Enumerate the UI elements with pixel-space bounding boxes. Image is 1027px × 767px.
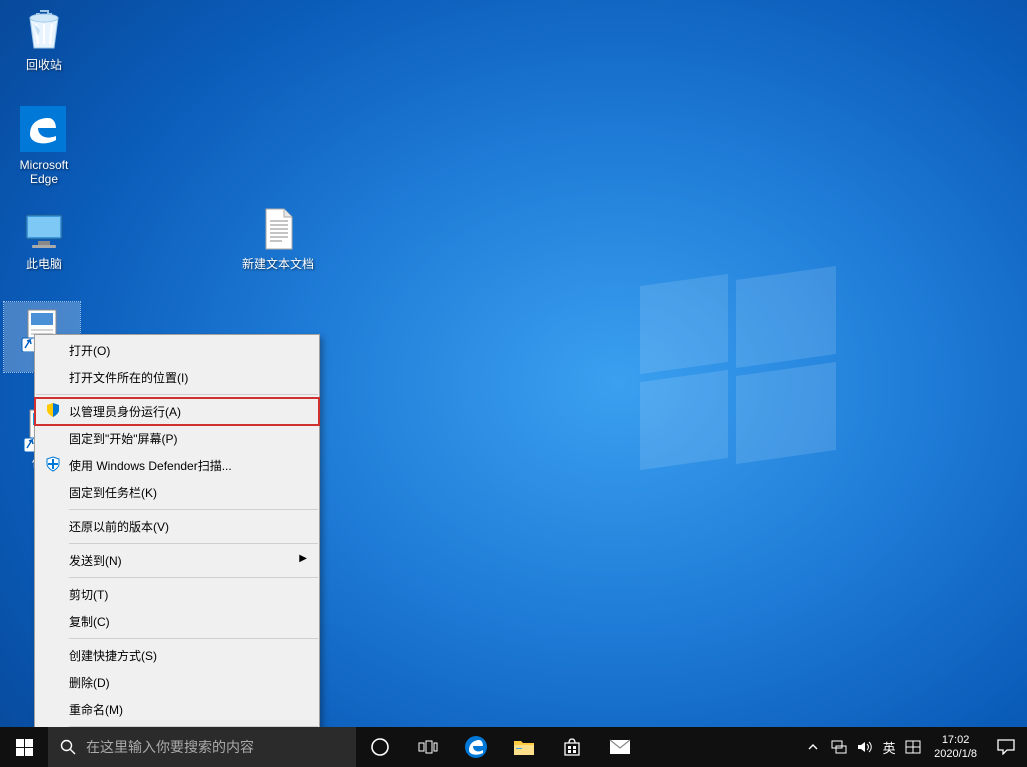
desktop-icon-label: 新建文本文档 <box>240 257 316 271</box>
taskbar-app-explorer[interactable] <box>500 727 548 767</box>
menu-separator <box>69 509 318 510</box>
speaker-icon <box>857 740 873 754</box>
taskbar-app-edge[interactable] <box>452 727 500 767</box>
tray-network[interactable] <box>826 727 852 767</box>
submenu-arrow-icon: ▶ <box>299 553 307 564</box>
task-view-button[interactable] <box>404 727 452 767</box>
menu-label: 剪切(T) <box>69 588 108 602</box>
desktop-icon-recycle-bin[interactable]: 回收站 <box>6 6 82 72</box>
windows-logo-icon <box>16 739 33 756</box>
cortana-button[interactable] <box>356 727 404 767</box>
task-view-icon <box>418 739 438 755</box>
text-file-icon <box>254 205 302 253</box>
search-placeholder: 在这里输入你要搜索的内容 <box>86 737 254 757</box>
menu-item-open[interactable]: 打开(O) <box>35 337 319 364</box>
menu-item-send-to[interactable]: 发送到(N) ▶ <box>35 547 319 574</box>
desktop-icon-edge[interactable]: Microsoft Edge <box>6 106 82 186</box>
menu-item-restore-versions[interactable]: 还原以前的版本(V) <box>35 513 319 540</box>
desktop-icon-text-document[interactable]: 新建文本文档 <box>240 205 316 271</box>
menu-label: 以管理员身份运行(A) <box>69 405 181 419</box>
menu-label: 删除(D) <box>69 676 110 690</box>
menu-label: 打开(O) <box>69 344 110 358</box>
menu-item-delete[interactable]: 删除(D) <box>35 669 319 696</box>
taskbar-app-store[interactable] <box>548 727 596 767</box>
context-menu: 打开(O) 打开文件所在的位置(I) 以管理员身份运行(A) 固定到"开始"屏幕… <box>34 334 320 760</box>
store-icon <box>562 737 582 757</box>
menu-label: 复制(C) <box>69 615 110 629</box>
taskbar: 在这里输入你要搜索的内容 英 17:02 2020/1/8 <box>0 727 1027 767</box>
system-tray: 英 17:02 2020/1/8 <box>800 727 1027 767</box>
menu-label: 固定到"开始"屏幕(P) <box>69 432 178 446</box>
network-icon <box>831 740 847 754</box>
menu-item-pin-start[interactable]: 固定到"开始"屏幕(P) <box>35 425 319 452</box>
menu-label: 打开文件所在的位置(I) <box>69 371 188 385</box>
shield-icon <box>45 402 61 418</box>
tray-clock[interactable]: 17:02 2020/1/8 <box>926 733 985 761</box>
start-button[interactable] <box>0 727 48 767</box>
edge-icon <box>464 735 488 759</box>
computer-icon <box>20 205 68 253</box>
menu-item-create-shortcut[interactable]: 创建快捷方式(S) <box>35 642 319 669</box>
tray-volume[interactable] <box>852 727 878 767</box>
tray-date: 2020/1/8 <box>934 747 977 761</box>
taskbar-search-box[interactable]: 在这里输入你要搜索的内容 <box>48 727 356 767</box>
tray-ime-mode[interactable] <box>900 727 926 767</box>
desktop-icon-this-pc[interactable]: 此电脑 <box>6 205 82 271</box>
ime-grid-icon <box>905 740 921 754</box>
menu-separator <box>36 394 318 395</box>
menu-label: 发送到(N) <box>69 554 122 568</box>
menu-item-run-as-admin[interactable]: 以管理员身份运行(A) <box>35 398 319 425</box>
menu-item-open-location[interactable]: 打开文件所在的位置(I) <box>35 364 319 391</box>
mail-icon <box>609 739 631 755</box>
chevron-up-icon <box>808 743 818 751</box>
folder-icon <box>513 738 535 756</box>
menu-label: 创建快捷方式(S) <box>69 649 157 663</box>
tray-time: 17:02 <box>934 733 977 747</box>
cortana-icon <box>370 737 390 757</box>
menu-item-copy[interactable]: 复制(C) <box>35 608 319 635</box>
menu-separator <box>69 543 318 544</box>
recycle-bin-icon <box>20 6 68 54</box>
edge-icon <box>20 106 68 154</box>
menu-item-defender-scan[interactable]: 使用 Windows Defender扫描... <box>35 452 319 479</box>
menu-item-pin-taskbar[interactable]: 固定到任务栏(K) <box>35 479 319 506</box>
menu-separator <box>69 638 318 639</box>
menu-label: 重命名(M) <box>69 703 123 717</box>
desktop-icon-label: Microsoft Edge <box>6 158 82 186</box>
taskbar-app-mail[interactable] <box>596 727 644 767</box>
notification-icon <box>997 739 1015 755</box>
menu-label: 固定到任务栏(K) <box>69 486 157 500</box>
menu-item-cut[interactable]: 剪切(T) <box>35 581 319 608</box>
desktop-icon-label: 回收站 <box>6 58 82 72</box>
menu-label: 还原以前的版本(V) <box>69 520 169 534</box>
defender-shield-icon <box>45 456 61 472</box>
menu-label: 使用 Windows Defender扫描... <box>69 459 232 473</box>
menu-item-rename[interactable]: 重命名(M) <box>35 696 319 723</box>
desktop-icon-label: 此电脑 <box>6 257 82 271</box>
tray-show-hidden[interactable] <box>800 727 826 767</box>
search-icon <box>60 739 76 755</box>
tray-notifications[interactable] <box>985 727 1027 767</box>
menu-separator <box>69 577 318 578</box>
tray-ime-language[interactable]: 英 <box>878 727 900 767</box>
